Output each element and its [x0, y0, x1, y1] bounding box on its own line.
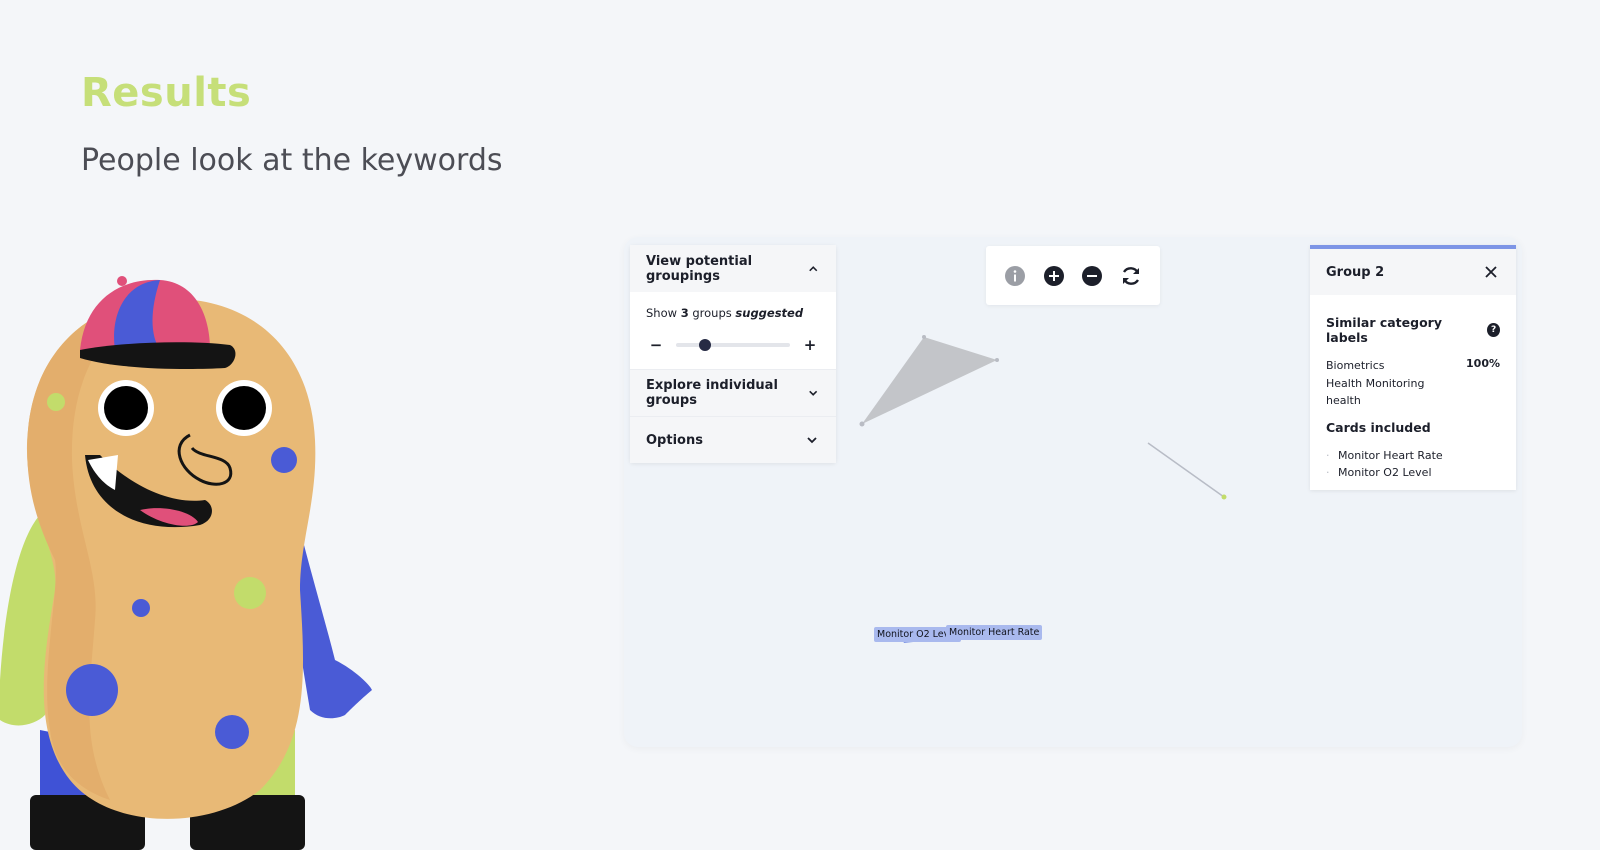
similarity-percent: 100% [1466, 357, 1500, 370]
options-label: Options [646, 432, 703, 448]
groups-count: 3 [680, 306, 689, 320]
card-item: Monitor O2 Level [1326, 464, 1500, 482]
groups-word: groups [692, 306, 732, 320]
graph-node [859, 421, 865, 427]
zoom-in-icon [1043, 265, 1064, 286]
similar-labels-text: Similar category labels [1326, 315, 1442, 345]
slider-thumb[interactable] [698, 339, 711, 351]
explore-groups-label: Explore individual groups [646, 378, 778, 408]
decrease-groups-button[interactable]: − [646, 336, 666, 354]
category-label: Health Monitoring [1326, 376, 1425, 390]
slide-subtitle: People look at the keywords [81, 143, 503, 178]
options-toggle[interactable]: Options [630, 416, 836, 463]
grouping-canvas[interactable]: Monitor O2 Level Monitor Heart Rate View… [624, 237, 1522, 747]
view-groupings-label: View potential groupings [646, 253, 753, 284]
card-item: Monitor Heart Rate [1326, 447, 1500, 465]
refresh-button[interactable] [1119, 264, 1143, 288]
group-panel-header: Group 2 [1310, 249, 1516, 295]
peanut-mascot-illustration [0, 276, 372, 850]
zoom-out-icon [1082, 265, 1103, 286]
graph-node [995, 358, 999, 362]
cards-included-list: Monitor Heart Rate Monitor O2 Level [1326, 447, 1500, 482]
graph-node [922, 335, 926, 339]
close-icon[interactable] [1484, 265, 1498, 279]
group-title: Group 2 [1326, 264, 1385, 280]
explore-groups-toggle[interactable]: Explore individual groups [630, 369, 836, 416]
info-icon [1005, 265, 1026, 286]
groupings-panel: View potential groupings Show 3 groups s… [630, 245, 836, 463]
graph-edge [1147, 442, 1225, 498]
groups-slider-row: − + [646, 335, 820, 355]
chevron-down-icon [807, 437, 817, 444]
help-icon[interactable]: ? [1487, 323, 1500, 337]
suggested-word: suggested [735, 306, 804, 320]
increase-groups-button[interactable]: + [800, 336, 820, 354]
group-detail-panel: Group 2 Similar category labels ? Biomet… [1310, 245, 1516, 490]
group-panel-body: Similar category labels ? Biometrics Hea… [1310, 295, 1516, 482]
node-label-heart-rate[interactable]: Monitor Heart Rate [946, 625, 1043, 640]
similar-labels: Biometrics Health Monitoring health 100% [1326, 357, 1500, 410]
chevron-up-icon [808, 265, 817, 271]
groups-slider[interactable] [676, 339, 790, 351]
groupings-body: Show 3 groups suggested − + [630, 292, 836, 369]
zoom-in-button[interactable] [1042, 264, 1066, 288]
graph-node [1221, 494, 1227, 500]
category-label: Biometrics [1326, 359, 1385, 372]
show-prefix: Show [646, 306, 678, 320]
canvas-toolbar [986, 246, 1160, 305]
similar-labels-heading: Similar category labels ? [1326, 315, 1500, 345]
chevron-down-icon [808, 390, 817, 396]
category-label-list: Biometrics Health Monitoring health [1326, 357, 1424, 410]
cards-included-heading: Cards included [1326, 419, 1431, 435]
category-label: health [1326, 394, 1361, 407]
info-button[interactable] [1003, 264, 1027, 288]
slide-title: Results [81, 70, 252, 116]
view-groupings-toggle[interactable]: View potential groupings [630, 245, 836, 292]
groups-suggested-text: Show 3 groups suggested [646, 306, 820, 320]
refresh-icon [1122, 266, 1139, 285]
zoom-out-button[interactable] [1080, 264, 1104, 288]
group-hull-triangle [862, 337, 997, 424]
